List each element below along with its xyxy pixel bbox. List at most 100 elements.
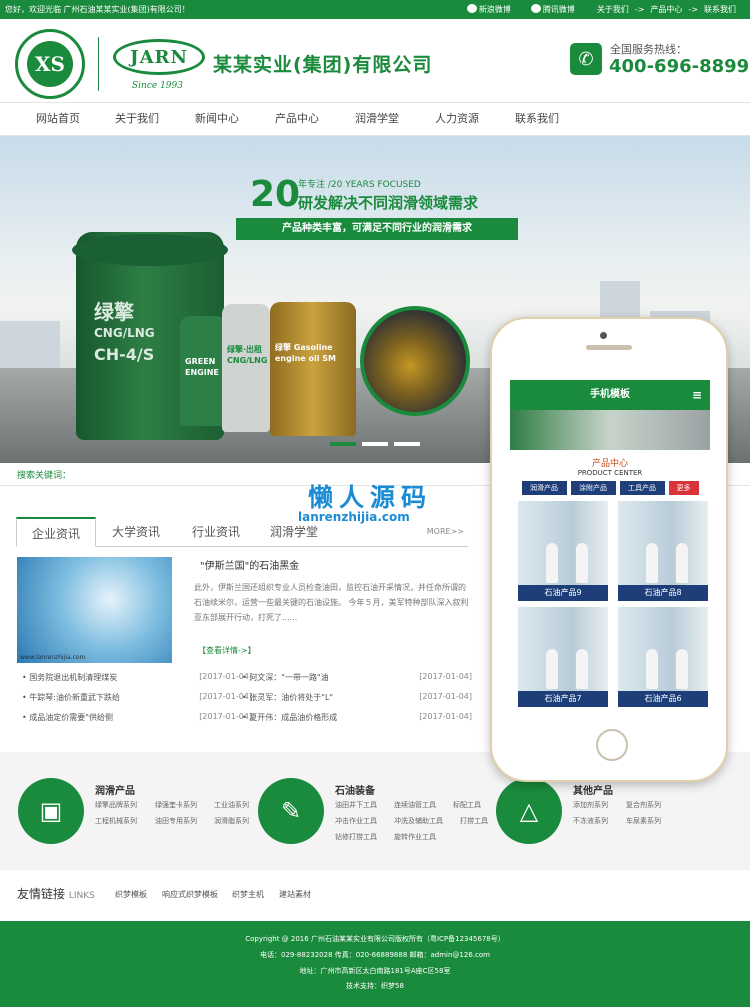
category-link[interactable]: 润滑脂系列 xyxy=(214,816,249,826)
flask-icon[interactable]: △ xyxy=(496,778,562,844)
mobile-product-card[interactable]: 石油产品7 xyxy=(518,607,608,707)
lab-figure xyxy=(576,649,588,689)
oil-can-icon[interactable]: ▣ xyxy=(18,778,84,844)
banner-dot-active[interactable] xyxy=(330,442,356,446)
banner-years-unit: 年专注 xyxy=(298,180,326,190)
nav-contact[interactable]: 联系我们 xyxy=(515,103,559,135)
news-list-item[interactable]: • 牛踪琴:油价新重武下跌给 [2017-01-04] xyxy=(22,692,252,704)
links-title: 友情链接 LINKS xyxy=(17,885,95,902)
product-caption: 石油产品8 xyxy=(618,585,708,601)
top-link-contact[interactable]: 联系我们 xyxy=(704,0,736,19)
news-list-item[interactable]: • 张灵军：油价将处于"L" [2017-01-04] xyxy=(242,692,472,704)
footer-support: 技术支持：织梦58 xyxy=(346,982,404,990)
lab-figure xyxy=(676,649,688,689)
mobile-product-card[interactable]: 石油产品6 xyxy=(618,607,708,707)
nav-academy[interactable]: 润滑学堂 xyxy=(355,103,399,135)
mobile-product-card[interactable]: 石油产品9 xyxy=(518,501,608,601)
top-arrow-1: -> xyxy=(634,5,645,14)
category-link[interactable]: 连续油管工具 xyxy=(394,800,436,810)
nav-about[interactable]: 关于我们 xyxy=(115,103,159,135)
brand-since: Since 1993 xyxy=(132,81,183,91)
friend-link[interactable]: 建站素材 xyxy=(279,889,311,900)
banner-years-en: /20 YEARS FOCUSED xyxy=(327,180,421,190)
category-link[interactable]: 不冻液系列 xyxy=(573,816,608,826)
top-link-products[interactable]: 产品中心 xyxy=(650,0,682,19)
featured-news-title[interactable]: "伊斯兰国"的石油黑金 xyxy=(200,557,299,572)
featured-news-description: 此外，伊斯兰国还组织专业人员检查油田，监控石油开采情况，并任命所谓的石油续米尔，… xyxy=(194,583,469,622)
mobile-section-title: 产品中心 xyxy=(591,459,628,469)
news-list-item[interactable]: • 成品油定价需要"供给侧 [2017-01-04] xyxy=(22,712,252,724)
tencent-weibo-link[interactable]: 腾讯微博 xyxy=(530,0,575,19)
top-bar: 您好，欢迎光临 广州石油某某实业(集团)有限公司！ 新浪微博 腾讯微博 关于我们… xyxy=(0,0,750,19)
mobile-tab-coating[interactable]: 涂附产品 xyxy=(570,481,616,495)
wrench-icon[interactable]: ✎ xyxy=(258,778,324,844)
friend-link[interactable]: 织梦模板 xyxy=(115,889,147,900)
university-emblem-logo[interactable]: XS xyxy=(15,29,85,99)
mobile-screen: 手机模板 ≡ 产品中心 PRODUCT CENTER 润滑产品 涂附产品 工具产品… xyxy=(510,380,710,715)
top-link-about[interactable]: 关于我们 xyxy=(597,0,629,19)
phone-camera xyxy=(600,332,607,339)
category-link[interactable]: 油田专用系列 xyxy=(155,816,197,826)
nav-news[interactable]: 新闻中心 xyxy=(195,103,239,135)
sina-weibo-label: 新浪微博 xyxy=(478,5,511,14)
lab-figure xyxy=(546,543,558,583)
phone-icon: ✆ xyxy=(570,43,602,75)
banner-pagination xyxy=(330,442,420,446)
banner-headline: 研发解决不同润滑领域需求 xyxy=(298,194,479,212)
category-link[interactable]: 打捞工具 xyxy=(460,816,488,826)
category-link[interactable]: 冲击作业工具 xyxy=(335,816,377,826)
category-link[interactable]: 工业油系列 xyxy=(214,800,249,810)
category-link[interactable]: 标配工具 xyxy=(453,800,481,810)
news-list-item[interactable]: • 国务院退出机制清理煤炭 [2017-01-04] xyxy=(22,672,252,684)
category-link[interactable]: 添加剂系列 xyxy=(573,800,608,810)
news-more-link[interactable]: MORE>> xyxy=(427,527,464,536)
category-title-other[interactable]: 其他产品 xyxy=(573,782,613,797)
mobile-banner[interactable] xyxy=(510,410,710,450)
nav-hr[interactable]: 人力资源 xyxy=(435,103,479,135)
friend-link[interactable]: 织梦主机 xyxy=(232,889,264,900)
header-divider xyxy=(98,37,99,91)
banner-dot[interactable] xyxy=(394,442,420,446)
mobile-tab-lube[interactable]: 润滑产品 xyxy=(521,481,567,495)
mobile-section-subtitle: PRODUCT CENTER xyxy=(577,469,643,477)
links-title-cn: 友情链接 xyxy=(17,887,66,901)
news-item-title: 牛踪琴:油价新重武下跌给 xyxy=(29,693,120,702)
friend-link[interactable]: 响应式织梦模板 xyxy=(162,889,218,900)
category-link[interactable]: 绿擎品牌系列 xyxy=(95,800,137,810)
sina-weibo-link[interactable]: 新浪微博 xyxy=(466,0,511,19)
category-link[interactable]: 油田井下工具 xyxy=(335,800,377,810)
banner-dot[interactable] xyxy=(362,442,388,446)
featured-news-more-link[interactable]: 【查看详情->】 xyxy=(198,645,256,656)
category-link[interactable]: 旋转作业工具 xyxy=(394,832,436,842)
brand-logo[interactable]: JARN xyxy=(113,39,205,75)
news-list-item[interactable]: • 何文深："一带一路"油 [2017-01-04] xyxy=(242,672,472,684)
mobile-tab-tools[interactable]: 工具产品 xyxy=(619,481,665,495)
featured-news-image[interactable]: www.lanrenzhijia.com xyxy=(17,557,172,663)
image-caption: www.lanrenzhijia.com xyxy=(20,654,86,661)
phone-home-button xyxy=(596,729,628,761)
category-link[interactable]: 钻修打捞工具 xyxy=(335,832,377,842)
product-caption: 石油产品9 xyxy=(518,585,608,601)
tab-industry-news[interactable]: 行业资讯 xyxy=(192,517,240,547)
footer-contact: 电话：029-88232028 传真：020-66889888 邮箱：admin… xyxy=(260,951,490,959)
watermark-url: lanrenzhijia.com xyxy=(298,510,410,524)
category-title-equipment[interactable]: 石油装备 xyxy=(335,782,375,797)
mobile-tab-more[interactable]: 更多 xyxy=(668,481,699,495)
news-item-title: 成品油定价需要"供给侧 xyxy=(29,713,113,722)
category-link[interactable]: 绿强奎卡系列 xyxy=(155,800,197,810)
category-link[interactable]: 工程机械系列 xyxy=(95,816,137,826)
nav-products[interactable]: 产品中心 xyxy=(275,103,319,135)
category-link[interactable]: 冲洗及辅助工具 xyxy=(394,816,443,826)
bucket-lid xyxy=(72,234,228,266)
category-link[interactable]: 车尿素系列 xyxy=(626,816,661,826)
nav-home[interactable]: 网站首页 xyxy=(36,103,80,135)
tab-university-news[interactable]: 大学资讯 xyxy=(112,517,160,547)
category-link[interactable]: 复合剂系列 xyxy=(626,800,661,810)
news-list-item[interactable]: • 夏开伟：成品油价格形成 [2017-01-04] xyxy=(242,712,472,724)
menu-icon[interactable]: ≡ xyxy=(692,380,702,410)
top-arrow-2: -> xyxy=(688,5,698,14)
tab-company-news[interactable]: 企业资讯 xyxy=(16,517,97,547)
category-title-lube[interactable]: 润滑产品 xyxy=(95,782,135,797)
weibo-icon xyxy=(466,4,477,13)
mobile-product-card[interactable]: 石油产品8 xyxy=(618,501,708,601)
